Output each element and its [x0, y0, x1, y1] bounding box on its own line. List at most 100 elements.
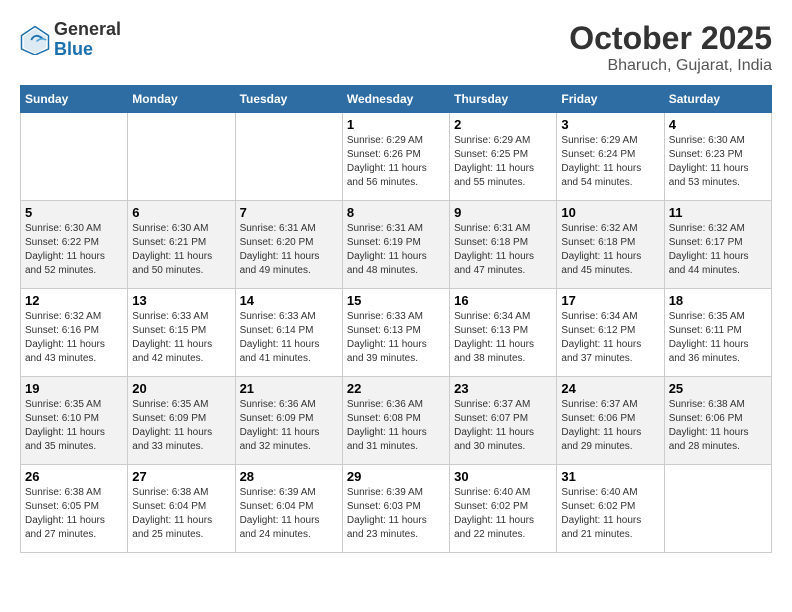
day-number: 19: [25, 381, 123, 396]
day-info: Sunrise: 6:30 AM Sunset: 6:21 PM Dayligh…: [132, 222, 230, 278]
title-block: October 2025 Bharuch, Gujarat, India: [569, 20, 772, 75]
calendar-cell: 4 Sunrise: 6:30 AM Sunset: 6:23 PM Daylig…: [664, 113, 771, 201]
day-info: Sunrise: 6:40 AM Sunset: 6:02 PM Dayligh…: [454, 486, 552, 542]
calendar-cell: 17 Sunrise: 6:34 AM Sunset: 6:12 PM Dayli…: [557, 289, 664, 377]
day-info: Sunrise: 6:31 AM Sunset: 6:19 PM Dayligh…: [347, 222, 445, 278]
day-number: 23: [454, 381, 552, 396]
calendar-week-row: 12 Sunrise: 6:32 AM Sunset: 6:16 PM Dayli…: [21, 289, 772, 377]
calendar-cell: 8 Sunrise: 6:31 AM Sunset: 6:19 PM Daylig…: [342, 201, 449, 289]
day-info: Sunrise: 6:39 AM Sunset: 6:04 PM Dayligh…: [240, 486, 338, 542]
calendar-body: 1Sunrise: 6:29 AM Sunset: 6:26 PM Daylig…: [21, 113, 772, 553]
day-info: Sunrise: 6:40 AM Sunset: 6:02 PM Dayligh…: [561, 486, 659, 542]
day-info: Sunrise: 6:34 AM Sunset: 6:13 PM Dayligh…: [454, 310, 552, 366]
day-number: 17: [561, 293, 659, 308]
day-info: Sunrise: 6:36 AM Sunset: 6:09 PM Dayligh…: [240, 398, 338, 454]
day-number: 10: [561, 205, 659, 220]
day-number: 24: [561, 381, 659, 396]
day-info: Sunrise: 6:29 AM Sunset: 6:24 PM Dayligh…: [561, 134, 659, 190]
day-info: Sunrise: 6:35 AM Sunset: 6:09 PM Dayligh…: [132, 398, 230, 454]
day-info: Sunrise: 6:31 AM Sunset: 6:18 PM Dayligh…: [454, 222, 552, 278]
calendar-table: SundayMondayTuesdayWednesdayThursdayFrid…: [20, 85, 772, 553]
weekday-header: Tuesday: [235, 86, 342, 113]
day-info: Sunrise: 6:37 AM Sunset: 6:07 PM Dayligh…: [454, 398, 552, 454]
day-number: 3: [561, 117, 659, 132]
page-subtitle: Bharuch, Gujarat, India: [569, 57, 772, 75]
day-number: 8: [347, 205, 445, 220]
calendar-week-row: 26 Sunrise: 6:38 AM Sunset: 6:05 PM Dayli…: [21, 465, 772, 553]
day-number: 11: [669, 205, 767, 220]
day-info: Sunrise: 6:29 AM Sunset: 6:25 PM Dayligh…: [454, 134, 552, 190]
calendar-cell: 15Sunrise: 6:33 AM Sunset: 6:13 PM Dayli…: [342, 289, 449, 377]
calendar-cell: 24Sunrise: 6:37 AM Sunset: 6:06 PM Dayli…: [557, 377, 664, 465]
calendar-cell: [128, 113, 235, 201]
day-number: 12: [25, 293, 123, 308]
weekday-header: Saturday: [664, 86, 771, 113]
day-info: Sunrise: 6:38 AM Sunset: 6:05 PM Dayligh…: [25, 486, 123, 542]
day-number: 20: [132, 381, 230, 396]
day-number: 26: [25, 469, 123, 484]
logo-icon: [20, 25, 50, 55]
weekday-header: Thursday: [450, 86, 557, 113]
calendar-cell: 25 Sunrise: 6:38 AM Sunset: 6:06 PM Dayli…: [664, 377, 771, 465]
day-number: 2: [454, 117, 552, 132]
day-info: Sunrise: 6:32 AM Sunset: 6:17 PM Dayligh…: [669, 222, 767, 278]
page-title: October 2025: [569, 20, 772, 57]
weekday-row: SundayMondayTuesdayWednesdayThursdayFrid…: [21, 86, 772, 113]
day-number: 28: [240, 469, 338, 484]
calendar-cell: [235, 113, 342, 201]
day-info: Sunrise: 6:32 AM Sunset: 6:16 PM Dayligh…: [25, 310, 123, 366]
day-number: 21: [240, 381, 338, 396]
day-number: 14: [240, 293, 338, 308]
calendar-cell: 5Sunrise: 6:30 AM Sunset: 6:22 PM Daylig…: [21, 201, 128, 289]
day-info: Sunrise: 6:29 AM Sunset: 6:26 PM Dayligh…: [347, 134, 445, 190]
day-info: Sunrise: 6:30 AM Sunset: 6:23 PM Dayligh…: [669, 134, 767, 190]
weekday-header: Monday: [128, 86, 235, 113]
calendar-cell: 21 Sunrise: 6:36 AM Sunset: 6:09 PM Dayli…: [235, 377, 342, 465]
calendar-cell: 1Sunrise: 6:29 AM Sunset: 6:26 PM Daylig…: [342, 113, 449, 201]
calendar-cell: 16Sunrise: 6:34 AM Sunset: 6:13 PM Dayli…: [450, 289, 557, 377]
day-number: 4: [669, 117, 767, 132]
day-info: Sunrise: 6:34 AM Sunset: 6:12 PM Dayligh…: [561, 310, 659, 366]
day-info: Sunrise: 6:32 AM Sunset: 6:18 PM Dayligh…: [561, 222, 659, 278]
calendar-cell: 3 Sunrise: 6:29 AM Sunset: 6:24 PM Daylig…: [557, 113, 664, 201]
calendar-cell: [21, 113, 128, 201]
day-number: 25: [669, 381, 767, 396]
day-number: 7: [240, 205, 338, 220]
calendar-cell: 19 Sunrise: 6:35 AM Sunset: 6:10 PM Dayli…: [21, 377, 128, 465]
calendar-cell: 2 Sunrise: 6:29 AM Sunset: 6:25 PM Daylig…: [450, 113, 557, 201]
day-number: 27: [132, 469, 230, 484]
logo-text: General Blue: [54, 20, 121, 60]
day-info: Sunrise: 6:35 AM Sunset: 6:10 PM Dayligh…: [25, 398, 123, 454]
logo-blue-label: Blue: [54, 40, 121, 60]
calendar-cell: 10 Sunrise: 6:32 AM Sunset: 6:18 PM Dayli…: [557, 201, 664, 289]
day-number: 30: [454, 469, 552, 484]
day-number: 29: [347, 469, 445, 484]
day-info: Sunrise: 6:33 AM Sunset: 6:14 PM Dayligh…: [240, 310, 338, 366]
calendar-cell: 23 Sunrise: 6:37 AM Sunset: 6:07 PM Dayli…: [450, 377, 557, 465]
calendar-cell: 20 Sunrise: 6:35 AM Sunset: 6:09 PM Dayli…: [128, 377, 235, 465]
day-number: 18: [669, 293, 767, 308]
day-info: Sunrise: 6:36 AM Sunset: 6:08 PM Dayligh…: [347, 398, 445, 454]
calendar-cell: 7 Sunrise: 6:31 AM Sunset: 6:20 PM Daylig…: [235, 201, 342, 289]
calendar-header: SundayMondayTuesdayWednesdayThursdayFrid…: [21, 86, 772, 113]
calendar-cell: 28 Sunrise: 6:39 AM Sunset: 6:04 PM Dayli…: [235, 465, 342, 553]
day-info: Sunrise: 6:35 AM Sunset: 6:11 PM Dayligh…: [669, 310, 767, 366]
day-number: 13: [132, 293, 230, 308]
calendar-week-row: 19 Sunrise: 6:35 AM Sunset: 6:10 PM Dayli…: [21, 377, 772, 465]
day-info: Sunrise: 6:38 AM Sunset: 6:06 PM Dayligh…: [669, 398, 767, 454]
calendar-cell: 9Sunrise: 6:31 AM Sunset: 6:18 PM Daylig…: [450, 201, 557, 289]
calendar-week-row: 1Sunrise: 6:29 AM Sunset: 6:26 PM Daylig…: [21, 113, 772, 201]
weekday-header: Wednesday: [342, 86, 449, 113]
day-info: Sunrise: 6:31 AM Sunset: 6:20 PM Dayligh…: [240, 222, 338, 278]
day-info: Sunrise: 6:38 AM Sunset: 6:04 PM Dayligh…: [132, 486, 230, 542]
day-number: 22: [347, 381, 445, 396]
calendar-cell: 29Sunrise: 6:39 AM Sunset: 6:03 PM Dayli…: [342, 465, 449, 553]
calendar-cell: 6Sunrise: 6:30 AM Sunset: 6:21 PM Daylig…: [128, 201, 235, 289]
day-number: 15: [347, 293, 445, 308]
calendar-cell: 27 Sunrise: 6:38 AM Sunset: 6:04 PM Dayli…: [128, 465, 235, 553]
day-info: Sunrise: 6:30 AM Sunset: 6:22 PM Dayligh…: [25, 222, 123, 278]
day-number: 31: [561, 469, 659, 484]
calendar-cell: 12 Sunrise: 6:32 AM Sunset: 6:16 PM Dayli…: [21, 289, 128, 377]
calendar-cell: 30 Sunrise: 6:40 AM Sunset: 6:02 PM Dayli…: [450, 465, 557, 553]
weekday-header: Sunday: [21, 86, 128, 113]
